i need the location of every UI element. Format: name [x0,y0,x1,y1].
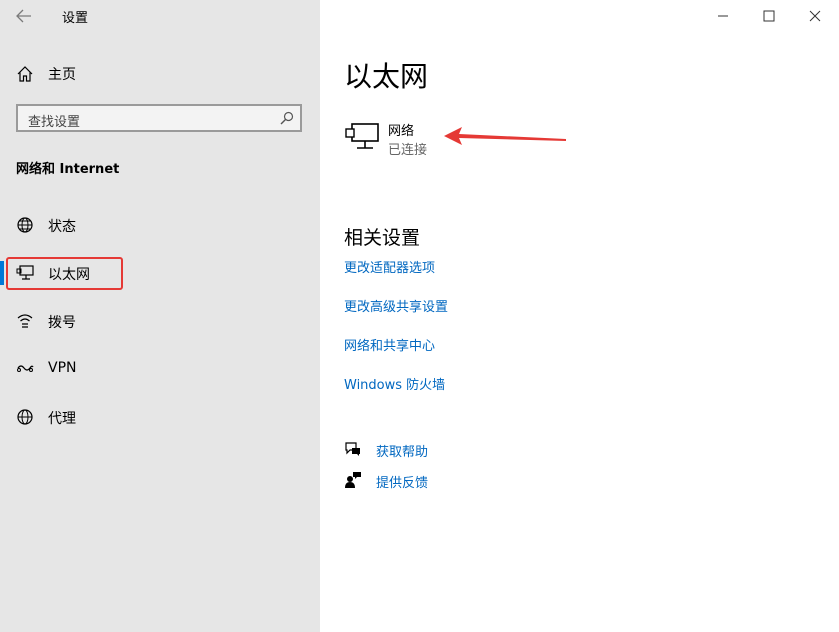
status-globe-icon [17,217,33,233]
page-title: 以太网 [344,60,429,93]
ethernet-monitor-icon [345,123,379,149]
app-title: 设置 [62,11,89,26]
section-title: 网络和 Internet [16,162,120,177]
proxy-globe-icon [17,409,33,425]
sidebar-item-label: 拨号 [48,315,76,331]
ethernet-icon [16,265,34,280]
feedback-link[interactable]: 提供反馈 [342,468,482,492]
maximize-icon [763,10,775,22]
minimize-icon [718,15,728,17]
sidebar-item-label: VPN [48,360,77,376]
feedback-label: 提供反馈 [376,476,429,491]
help-chat-icon [345,442,360,456]
vpn-icon [17,365,34,372]
sidebar-item-proxy[interactable]: 代理 [0,399,320,435]
sidebar-item-label: 代理 [48,411,76,427]
sidebar: 设置 主页 查找设置 网络和 Internet 状态 以太网 拨号 VPN 代理 [0,0,320,632]
sidebar-item-label: 状态 [48,219,76,235]
minimize-button[interactable] [703,0,743,32]
search-input[interactable]: 查找设置 [16,104,302,132]
dialup-icon [17,314,33,328]
sidebar-item-vpn[interactable]: VPN [0,351,320,387]
search-icon[interactable] [280,111,294,125]
back-button[interactable] [10,4,38,28]
search-placeholder: 查找设置 [28,115,81,130]
link-network-sharing-center[interactable]: 网络和共享中心 [344,335,435,354]
maximize-button[interactable] [749,0,789,32]
home-icon [17,66,33,82]
feedback-icon [345,472,361,488]
network-status: 已连接 [388,143,428,158]
related-settings-title: 相关设置 [344,227,421,249]
sidebar-item-label: 以太网 [48,267,90,283]
network-name: 网络 [388,124,415,139]
home-label: 主页 [48,67,76,83]
link-change-adapter-options[interactable]: 更改适配器选项 [344,257,435,276]
get-help-link[interactable]: 获取帮助 [342,437,482,461]
annotation-arrow [444,127,566,145]
back-arrow-icon [16,9,31,23]
link-windows-firewall[interactable]: Windows 防火墙 [344,374,445,393]
active-indicator [0,261,4,285]
sidebar-item-dialup[interactable]: 拨号 [0,303,320,339]
close-icon [809,10,821,22]
sidebar-item-status[interactable]: 状态 [0,207,320,243]
link-advanced-sharing[interactable]: 更改高级共享设置 [344,296,448,315]
nav-home[interactable]: 主页 [0,58,320,90]
get-help-label: 获取帮助 [376,445,429,460]
close-button[interactable] [795,0,835,32]
sidebar-item-ethernet[interactable]: 以太网 [0,255,320,291]
